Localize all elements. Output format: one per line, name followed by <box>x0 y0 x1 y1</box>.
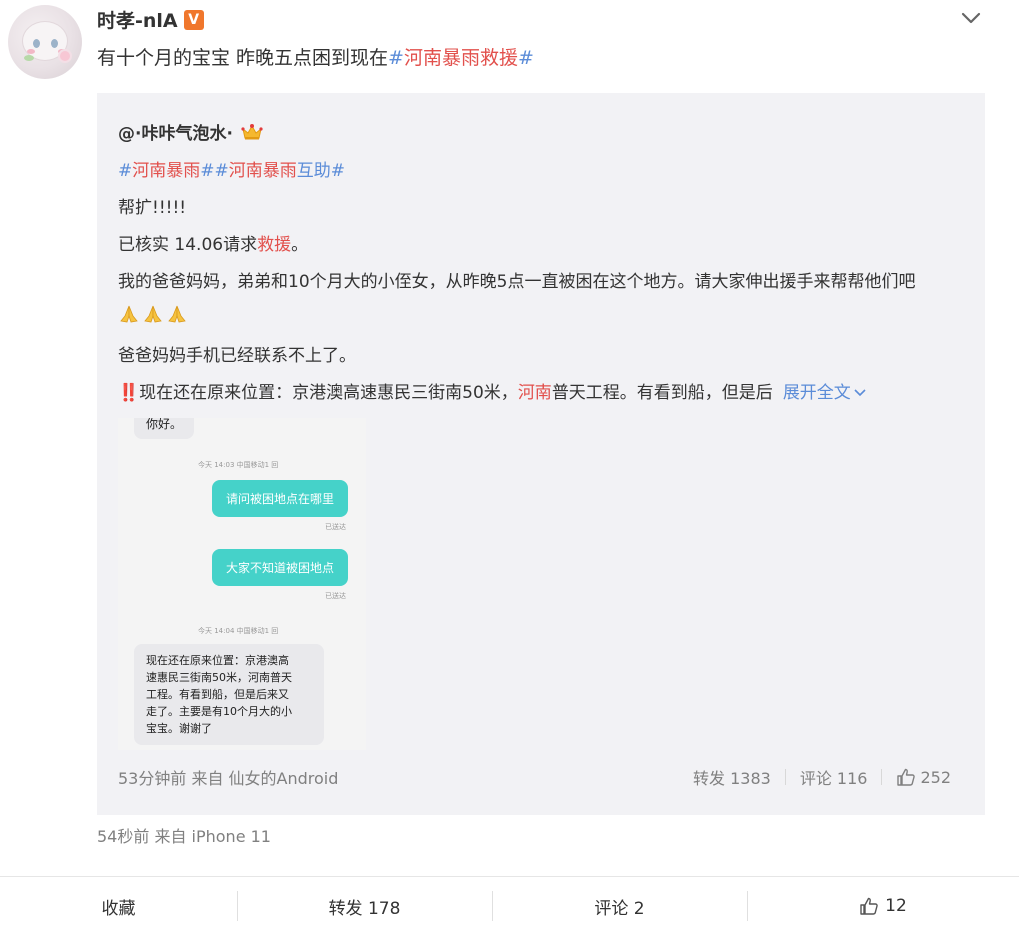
avatar-flower <box>58 49 72 63</box>
pray-icon <box>144 305 162 323</box>
chat-screenshot-image[interactable]: 你好。 今天 14:03 中国移动1 回 请问被困地点在哪里 已送达 大家不知道… <box>118 418 366 750</box>
avatar-eye-left <box>33 39 40 48</box>
divider <box>784 769 786 785</box>
chat-delivered-1: 已送达 <box>325 523 346 531</box>
quoted-line-6: ‼️现在还在原来位置：京港澳高速惠民三街南50米，河南普天工程。有看到船，但是后… <box>118 378 867 403</box>
chat-bubble-reply: 现在还在原来位置：京港澳高 速惠民三街南50米，河南普天 工程。有看到船，但是后… <box>134 644 324 745</box>
quoted-meta[interactable]: 53分钟前 来自 仙女的Android <box>118 765 338 789</box>
quoted-repost-count[interactable]: 转发 1383 <box>693 765 771 789</box>
post-author-name[interactable]: 时孝-nlA <box>97 6 178 33</box>
like-count[interactable]: 12 <box>885 896 907 916</box>
topic-link-2[interactable]: 河南暴雨 <box>229 161 297 181</box>
hashtag-3[interactable]: # <box>331 161 345 181</box>
quoted-line-4 <box>118 304 190 324</box>
quoted-line-6-text: 现在还在原来位置：京港澳高速惠民三街南50米， <box>139 383 518 403</box>
exclamation-icon: ‼️ <box>118 383 140 403</box>
chat-bubble-sent-2: 大家不知道被困地点 <box>212 549 349 586</box>
avatar-eye-right <box>51 39 58 48</box>
quoted-comment-count[interactable]: 评论 116 <box>800 765 868 789</box>
quoted-like-button[interactable]: 252 <box>896 767 951 787</box>
quoted-line-5: 爸爸妈妈手机已经联系不上了。 <box>118 346 356 366</box>
quoted-line-2-text: 已核实 14.06请求 <box>118 235 258 255</box>
quoted-stats: 转发 1383 评论 116 252 <box>693 765 951 789</box>
expand-label[interactable]: 展开全文 <box>783 383 851 403</box>
quoted-like-count[interactable]: 252 <box>920 768 951 787</box>
divider <box>881 769 883 785</box>
avatar[interactable] <box>8 5 82 79</box>
quoted-tags: #河南暴雨##河南暴雨互助# <box>118 156 345 181</box>
quoted-line-6-tail: 普天工程。有看到船，但是后 <box>551 383 773 403</box>
chat-delivered-2: 已送达 <box>325 592 346 600</box>
post-meta[interactable]: 54秒前 来自 iPhone 11 <box>97 823 271 847</box>
topic-link-2-tail[interactable]: 互助 <box>297 161 331 181</box>
quoted-line-1: 帮扩!!!!! <box>118 198 187 218</box>
topic-link-henan[interactable]: 河南 <box>518 383 552 403</box>
repost-label[interactable]: 转发 178 <box>329 894 401 919</box>
chat-reply-line: 现在还在原来位置：京港澳高 <box>146 654 289 667</box>
post-author[interactable]: 时孝-nlA V <box>97 6 204 33</box>
chat-bubble-sent-1: 请问被困地点在哪里 <box>212 480 349 517</box>
quoted-line-2: 已核实 14.06请求救援。 <box>118 230 308 255</box>
repost-button[interactable]: 转发 178 <box>237 877 492 934</box>
chat-timestamp-2: 今天 14:04 中国移动1 回 <box>198 627 279 635</box>
hashtag-close[interactable]: # <box>518 47 534 69</box>
quoted-post[interactable]: @·咔咔气泡水· #河南暴雨##河南暴雨互助# 帮扩!!!!! 已核实 14.0… <box>97 93 985 815</box>
hashtag-2[interactable]: ## <box>200 161 229 181</box>
avatar-cheek-left <box>27 49 35 54</box>
quoted-line-3: 我的爸爸妈妈，弟弟和10个月大的小侄女，从昨晚5点一直被困在这个地方。请大家伸出… <box>118 272 916 292</box>
post-text-plain: 有十个月的宝宝 昨晚五点困到现在 <box>97 47 389 69</box>
thumbs-up-icon[interactable] <box>896 767 916 787</box>
pray-icon <box>168 305 186 323</box>
favorite-label[interactable]: 收藏 <box>102 894 136 919</box>
topic-link[interactable]: 河南暴雨救援 <box>404 47 518 69</box>
pray-icon <box>120 305 138 323</box>
thumbs-up-icon[interactable] <box>859 896 879 916</box>
quoted-author[interactable]: @·咔咔气泡水· <box>118 119 263 144</box>
avatar-leaf <box>24 55 34 61</box>
like-button[interactable]: 12 <box>747 877 1019 934</box>
expand-full-text-link[interactable]: 展开全文 <box>783 383 867 403</box>
chat-bubble-greeting: 你好。 <box>134 418 195 439</box>
crown-icon <box>241 123 263 139</box>
chat-reply-line: 工程。有看到船，但是后来又 <box>146 688 289 701</box>
verified-icon: V <box>183 9 204 30</box>
post-text: 有十个月的宝宝 昨晚五点困到现在#河南暴雨救援# <box>97 43 534 70</box>
topic-link-rescue[interactable]: 救援 <box>257 235 291 255</box>
chevron-down-icon[interactable] <box>853 387 867 399</box>
hashtag-1[interactable]: # <box>118 161 132 181</box>
chat-reply-line: 走了。主要是有10个月大的小 <box>146 705 292 718</box>
chevron-down-icon[interactable] <box>959 8 983 28</box>
favorite-button[interactable]: 收藏 <box>0 877 237 934</box>
quoted-line-2-end: 。 <box>291 235 309 255</box>
hashtag-open[interactable]: # <box>388 47 404 69</box>
comment-label[interactable]: 评论 2 <box>594 894 644 919</box>
topic-link-1[interactable]: 河南暴雨 <box>132 161 200 181</box>
quoted-author-name[interactable]: @·咔咔气泡水· <box>118 119 233 144</box>
chat-timestamp-1: 今天 14:03 中国移动1 回 <box>198 461 279 469</box>
chat-reply-line: 宝宝。谢谢了 <box>146 722 212 735</box>
comment-button[interactable]: 评论 2 <box>492 877 747 934</box>
chat-reply-line: 速惠民三街南50米，河南普天 <box>146 671 292 684</box>
action-bar: 收藏 转发 178 评论 2 12 <box>0 876 1019 934</box>
